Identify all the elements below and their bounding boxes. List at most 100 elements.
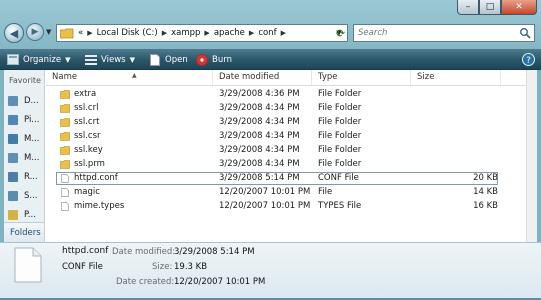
favorite-links-heading: Favorite (9, 76, 41, 85)
sort-ascending-icon: ▲ (132, 72, 137, 79)
file-type: File Folder (318, 89, 362, 99)
file-name: ssl.crl (74, 103, 99, 113)
nav-link-music[interactable]: M... (8, 132, 39, 146)
nav-link-more[interactable]: M... (8, 151, 39, 165)
main-panel: Favorite D... Pi... M... M... R... S... … (4, 70, 537, 242)
details-size-label: Size: (152, 262, 173, 272)
organize-icon (6, 54, 19, 66)
chevron-right-icon[interactable]: ▶ (281, 29, 286, 37)
minimize-button[interactable]: – (457, 0, 479, 15)
column-header-type[interactable]: Type (312, 70, 411, 85)
file-type: File Folder (318, 145, 362, 155)
address-bar[interactable]: « ▶ Local Disk (C:) ▶ xampp ▶ apache ▶ c… (56, 24, 348, 42)
music-icon (8, 134, 18, 144)
column-header-date-modified[interactable]: Date modified (213, 70, 312, 85)
folders-toggle[interactable]: Folders (4, 222, 44, 242)
recent-pages-dropdown-icon[interactable]: ▼ (46, 28, 51, 36)
column-header-label: Date modified (219, 72, 280, 82)
pictures-icon (8, 115, 18, 125)
nav-link-public[interactable]: P... (8, 208, 36, 222)
file-name: httpd.conf (74, 173, 118, 183)
chevron-down-icon: ▼ (65, 55, 71, 64)
more-icon (8, 153, 18, 163)
refresh-icon[interactable]: ⟳ (336, 27, 350, 41)
breadcrumb-item-apache[interactable]: apache (214, 28, 245, 38)
details-file-type: CONF File (62, 262, 103, 272)
file-date: 3/29/2008 4:34 PM (219, 131, 300, 141)
table-row-selected[interactable]: httpd.conf 3/29/2008 5:14 PM CONF File 2… (46, 172, 526, 185)
nav-link-label: M... (24, 153, 40, 163)
search-box[interactable] (353, 24, 535, 42)
nav-link-pictures[interactable]: Pi... (8, 113, 39, 127)
close-button[interactable]: ✕ (501, 0, 537, 15)
file-size (418, 144, 498, 157)
views-button[interactable]: Views ▼ (84, 52, 135, 67)
documents-icon (8, 96, 18, 106)
table-row[interactable]: magic 12/20/2007 10:01 PM File 14 KB (46, 186, 526, 199)
column-header-label: Type (318, 72, 338, 82)
table-row[interactable]: ssl.key 3/29/2008 4:34 PM File Folder (46, 144, 526, 157)
back-button[interactable]: ◀ (4, 23, 24, 43)
nav-link-documents[interactable]: D... (8, 94, 39, 108)
folder-icon (60, 146, 70, 155)
details-size-value: 19.3 KB (174, 262, 208, 272)
column-header-name[interactable]: ▲ Name (46, 70, 213, 85)
breadcrumb-overflow[interactable]: « (78, 28, 83, 38)
table-row[interactable]: ssl.crl 3/29/2008 4:34 PM File Folder (46, 102, 526, 115)
maximize-button[interactable]: □ (479, 0, 501, 15)
nav-link-label: Pi... (24, 115, 40, 125)
details-pane: httpd.conf CONF File Date modified: 3/29… (0, 242, 541, 300)
chevron-right-icon: ▶ (87, 29, 93, 37)
burn-label: Burn (212, 54, 232, 65)
table-row[interactable]: ssl.csr 3/29/2008 4:34 PM File Folder (46, 130, 526, 143)
table-row[interactable]: ssl.prm 3/29/2008 4:34 PM File Folder (46, 158, 526, 171)
details-date-created-value: 12/20/2007 10:01 PM (174, 277, 266, 287)
breadcrumb-item-xampp[interactable]: xampp (171, 28, 200, 38)
file-type: File Folder (318, 131, 362, 141)
file-name: ssl.csr (74, 131, 101, 141)
help-button[interactable]: ? (522, 52, 535, 67)
file-name: ssl.prm (74, 159, 105, 169)
table-row[interactable]: ssl.crt 3/29/2008 4:34 PM File Folder (46, 116, 526, 129)
details-date-created-label: Date created: (116, 277, 175, 287)
searches-icon (8, 191, 18, 201)
navigation-pane: Favorite D... Pi... M... M... R... S... … (4, 70, 45, 242)
forward-button[interactable]: ▶ (26, 23, 44, 41)
file-name: mime.types (74, 201, 125, 211)
column-header-row: ▲ Name Date modified Type Size (46, 70, 526, 86)
details-date-modified-value: 3/29/2008 5:14 PM (174, 247, 255, 257)
chevron-right-icon[interactable]: ▶ (204, 29, 209, 37)
help-icon: ? (522, 53, 535, 66)
file-list: ▲ Name Date modified Type Size extra 3/2… (46, 70, 526, 242)
folder-icon (60, 104, 70, 113)
file-size: 14 KB (473, 187, 498, 197)
nav-link-recent[interactable]: R... (8, 170, 38, 184)
table-row[interactable]: mime.types 12/20/2007 10:01 PM TYPES Fil… (46, 200, 526, 213)
open-button[interactable]: Open (148, 52, 188, 67)
nav-link-searches[interactable]: S... (8, 189, 38, 203)
breadcrumb-item-conf[interactable]: conf (258, 28, 276, 38)
breadcrumb: « ▶ Local Disk (C:) ▶ xampp ▶ apache ▶ c… (78, 28, 290, 38)
search-input[interactable] (358, 26, 508, 40)
file-date: 3/29/2008 4:34 PM (219, 117, 300, 127)
file-type: File (318, 187, 333, 197)
file-size (418, 130, 498, 143)
breadcrumb-item-local-disk[interactable]: Local Disk (C:) (97, 28, 158, 38)
file-name: extra (74, 89, 97, 99)
file-date: 3/29/2008 4:36 PM (219, 89, 300, 99)
search-icon[interactable] (519, 27, 531, 39)
folder-icon (60, 28, 74, 38)
column-header-size[interactable]: Size (411, 70, 501, 85)
chevron-right-icon[interactable]: ▶ (162, 29, 167, 37)
file-type: File Folder (318, 103, 362, 113)
svg-text:?: ? (526, 56, 531, 66)
column-header-label: Size (417, 72, 435, 82)
file-icon (61, 174, 69, 183)
organize-button[interactable]: Organize ▼ (6, 52, 70, 67)
chevron-right-icon[interactable]: ▶ (249, 29, 254, 37)
file-icon (14, 247, 42, 283)
nav-link-label: R... (24, 172, 38, 182)
burn-button[interactable]: Burn (195, 52, 232, 67)
vertical-scrollbar[interactable] (526, 70, 537, 242)
table-row[interactable]: extra 3/29/2008 4:36 PM File Folder (46, 88, 526, 101)
